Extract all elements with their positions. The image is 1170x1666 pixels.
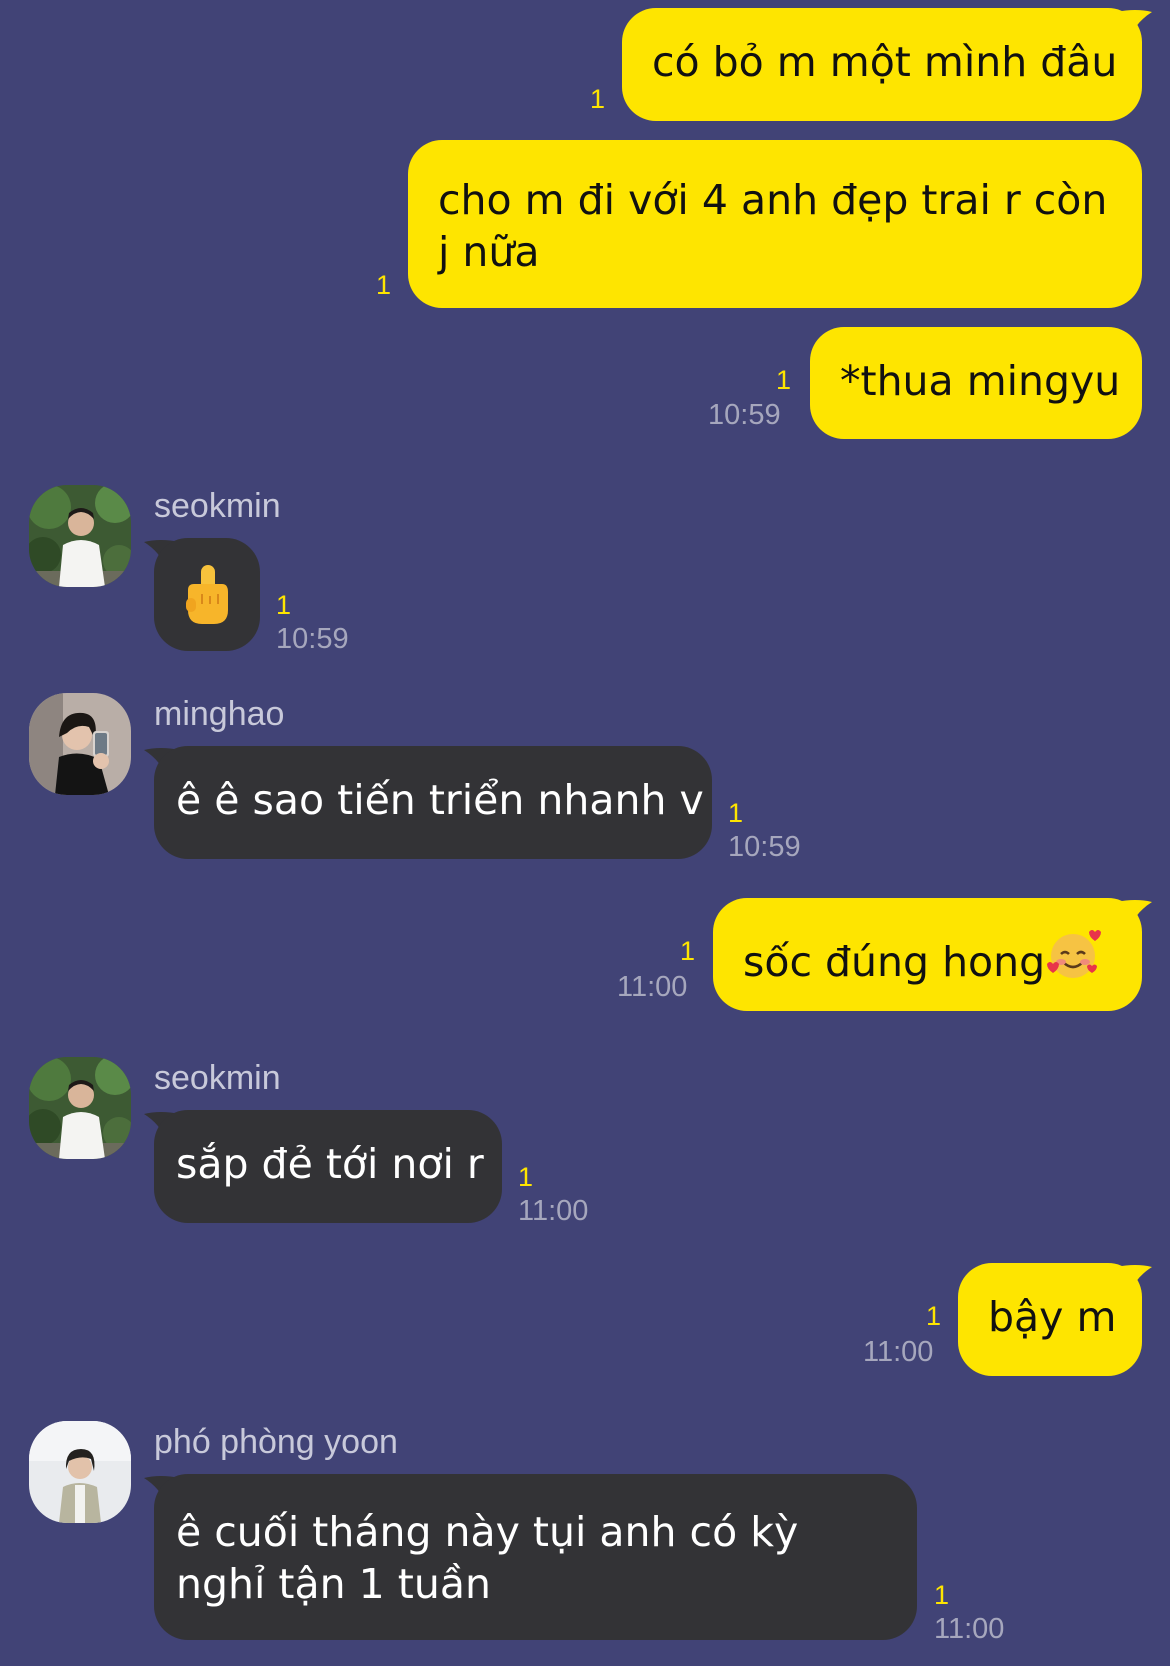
message-timestamp: 11:00 xyxy=(518,1195,589,1227)
middle-finger-emoji-icon xyxy=(186,565,228,624)
message-bubble[interactable] xyxy=(154,538,260,651)
unread-count: 1 xyxy=(728,798,744,828)
unread-count: 1 xyxy=(680,936,696,966)
message-text: sốc đúng hong xyxy=(743,938,1046,986)
message-timestamp: 10:59 xyxy=(728,831,801,863)
message-timestamp: 10:59 xyxy=(708,399,781,431)
unread-count: 1 xyxy=(376,270,392,300)
seokmin-avatar[interactable] xyxy=(29,485,131,587)
sender-name: phó phòng yoon xyxy=(154,1423,398,1461)
message-text: ê cuối tháng này tụi anh có kỳ nghỉ tận … xyxy=(176,1508,799,1608)
message-bubble[interactable]: sắp đẻ tới nơi r xyxy=(154,1110,502,1223)
unread-count: 1 xyxy=(926,1301,942,1331)
message-timestamp: 11:00 xyxy=(863,1336,934,1368)
message-text: cho m đi với 4 anh đẹp trai r còn j nữa xyxy=(438,176,1108,276)
sender-name: seokmin xyxy=(154,487,281,525)
sender-name: minghao xyxy=(154,695,285,733)
seokmin-avatar[interactable] xyxy=(29,1057,131,1159)
message-text: sắp đẻ tới nơi r xyxy=(176,1140,484,1188)
message-text: ê ê sao tiến triển nhanh v xyxy=(176,776,704,824)
unread-count: 1 xyxy=(276,590,292,620)
message-text: *thua mingyu xyxy=(840,357,1121,405)
message-bubble[interactable]: *thua mingyu xyxy=(810,327,1142,439)
message-timestamp: 10:59 xyxy=(276,623,349,655)
message-timestamp: 11:00 xyxy=(934,1613,1005,1645)
smiling-face-with-hearts-emoji-icon xyxy=(1047,930,1102,978)
sender-name: seokmin xyxy=(154,1059,281,1097)
message-bubble[interactable]: có bỏ m một mình đâu xyxy=(622,8,1142,121)
unread-count: 1 xyxy=(590,84,606,114)
message-timestamp: 11:00 xyxy=(617,971,688,1003)
yoon-avatar[interactable] xyxy=(29,1421,131,1523)
message-bubble[interactable]: bậy m xyxy=(958,1263,1142,1376)
minghao-avatar[interactable] xyxy=(29,693,131,795)
unread-count: 1 xyxy=(934,1580,950,1610)
message-bubble[interactable]: sốc đúng hong xyxy=(713,898,1142,1011)
message-bubble[interactable]: ê ê sao tiến triển nhanh v xyxy=(154,746,712,859)
unread-count: 1 xyxy=(518,1162,534,1192)
message-text: có bỏ m một mình đâu xyxy=(652,38,1118,86)
chat-message-list[interactable]: có bỏ m một mình đâu 1 cho m đi với 4 an… xyxy=(0,0,1170,1666)
message-bubble[interactable]: ê cuối tháng này tụi anh có kỳ nghỉ tận … xyxy=(154,1474,917,1640)
message-bubble[interactable]: cho m đi với 4 anh đẹp trai r còn j nữa xyxy=(408,140,1142,308)
unread-count: 1 xyxy=(776,365,792,395)
message-text: bậy m xyxy=(988,1293,1117,1341)
